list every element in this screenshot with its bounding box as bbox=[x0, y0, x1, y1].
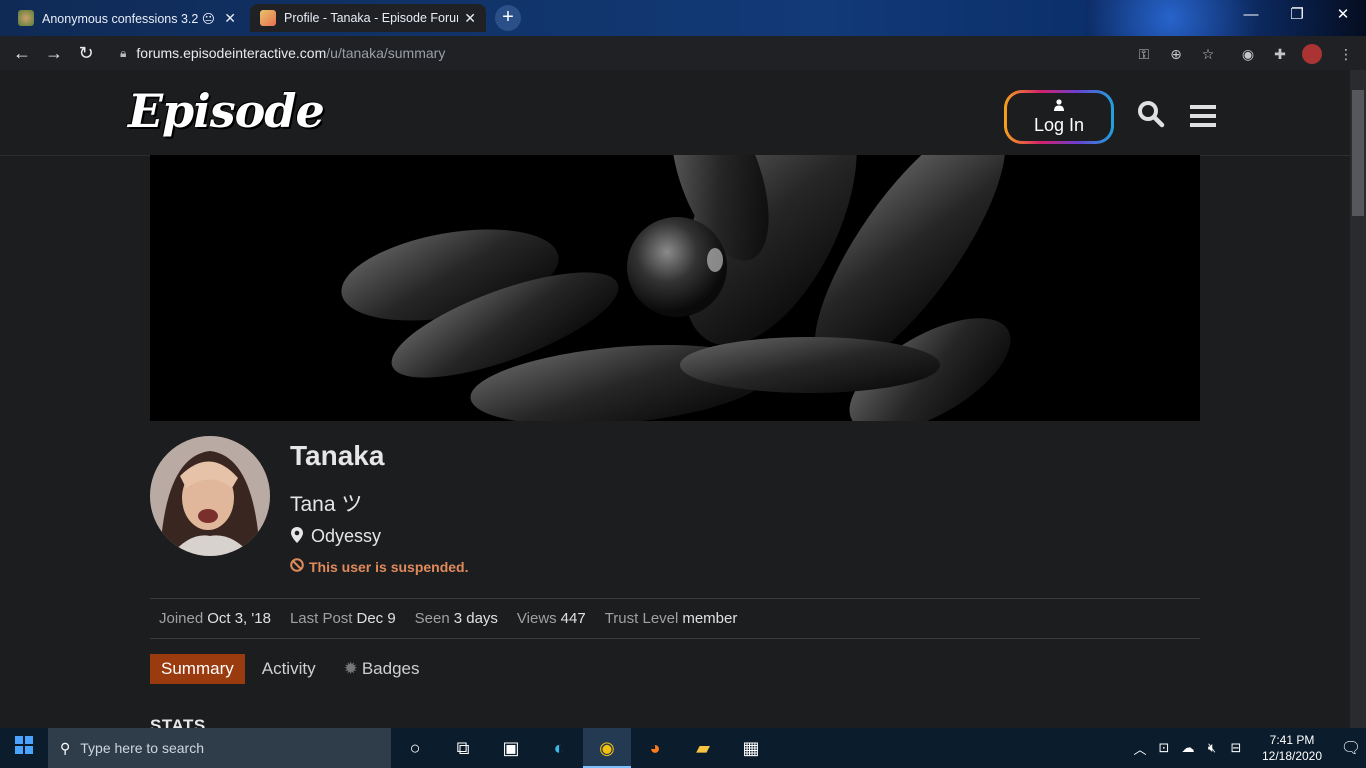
onedrive-cloud-icon[interactable]: ☁ bbox=[1176, 740, 1200, 756]
stat-seen: Seen 3 days bbox=[414, 610, 498, 627]
profile-full-name: Tana ツ bbox=[290, 493, 363, 516]
close-tab-icon[interactable]: ✕ bbox=[464, 10, 476, 27]
episode-logo[interactable]: Episode bbox=[128, 84, 325, 138]
search-icon[interactable] bbox=[1137, 100, 1165, 135]
show-hidden-icons-chevron-icon[interactable]: ︿ bbox=[1128, 739, 1152, 758]
close-window-button[interactable]: ✕ bbox=[1320, 0, 1366, 30]
taskbar-search-box[interactable]: ⚲ Type here to search bbox=[48, 728, 391, 768]
stat-joined: Joined Oct 3, '18 bbox=[159, 610, 271, 627]
clock-time: 7:41 PM bbox=[1269, 733, 1315, 747]
url-path: /u/tanaka/summary bbox=[326, 45, 446, 61]
profile-banner-image bbox=[150, 155, 1200, 421]
profile-location: Odyessy bbox=[291, 526, 381, 547]
tab-title: Anonymous confessions 3.2 😐 - bbox=[42, 11, 219, 26]
location-text: Odyessy bbox=[311, 526, 382, 546]
tab-title: Profile - Tanaka - Episode Forum bbox=[284, 11, 459, 25]
reload-icon[interactable]: ↻ bbox=[70, 43, 102, 64]
profile-tabs: Summary Activity ✹ Badges bbox=[150, 654, 437, 684]
badge-icon: ✹ bbox=[343, 659, 358, 678]
tab-summary[interactable]: Summary bbox=[150, 654, 245, 684]
news-app-icon[interactable]: ▣ bbox=[487, 728, 535, 768]
web-page: Episode Log In Tanaka Tana ツ Odyessy Thi… bbox=[0, 70, 1350, 728]
tab-favicon-icon bbox=[260, 10, 276, 26]
lock-icon: 🔒︎ bbox=[120, 45, 127, 60]
add-icon[interactable]: ⊕ bbox=[1166, 44, 1186, 64]
browser-tab-bar: Anonymous confessions 3.2 😐 - ✕ Profile … bbox=[0, 0, 1366, 36]
stat-last-post: Last Post Dec 9 bbox=[289, 610, 396, 627]
tab-activity[interactable]: Activity bbox=[251, 654, 327, 684]
profile-username: Tanaka bbox=[290, 440, 385, 471]
edge-browser-icon[interactable]: ◐ bbox=[535, 728, 583, 768]
calculator-icon[interactable]: ▦ bbox=[727, 728, 775, 768]
chrome-browser-icon[interactable]: ◉ bbox=[583, 728, 631, 768]
ban-icon bbox=[290, 558, 304, 575]
back-arrow-icon[interactable]: ← bbox=[6, 43, 38, 64]
close-tab-icon[interactable]: ✕ bbox=[224, 10, 236, 27]
login-button[interactable]: Log In bbox=[1004, 90, 1114, 144]
scrollbar-thumb[interactable] bbox=[1352, 90, 1364, 216]
system-tray: ︿ ⊡ ☁ 🔇︎ ⊟ 7:41 PM 12/18/2020 🗨︎ bbox=[1128, 728, 1366, 768]
suspended-text: This user is suspended. bbox=[309, 558, 469, 575]
hamburger-menu-icon[interactable] bbox=[1190, 103, 1216, 135]
restore-window-button[interactable]: ❐ bbox=[1274, 0, 1320, 30]
taskbar-clock[interactable]: 7:41 PM 12/18/2020 bbox=[1256, 732, 1328, 764]
suspended-notice: This user is suspended. bbox=[290, 558, 469, 575]
profile-meta-stats: Joined Oct 3, '18 Last Post Dec 9 Seen 3 da… bbox=[150, 598, 1200, 639]
browser-toolbar: ← → ↻ 🔒︎ forums.episodeinteractive.com/u… bbox=[0, 36, 1366, 70]
site-header: Episode Log In bbox=[0, 70, 1350, 156]
task-view-icon[interactable]: ⧉ bbox=[439, 728, 487, 768]
address-bar[interactable]: 🔒︎ forums.episodeinteractive.com/u/tanak… bbox=[110, 39, 1230, 67]
tab-badges-label: Badges bbox=[361, 659, 420, 678]
speaker-muted-icon[interactable]: 🔇︎ bbox=[1200, 740, 1224, 756]
new-tab-button[interactable]: + bbox=[495, 5, 521, 31]
tab-favicon-icon bbox=[18, 10, 34, 26]
search-icon: ⚲ bbox=[60, 739, 71, 756]
windows-taskbar: ⚲ Type here to search ○ ⧉ ▣ ◐ ◉ ◕ ▰ ▦ ︿ … bbox=[0, 728, 1366, 768]
meet-now-icon[interactable]: ⊡ bbox=[1152, 740, 1176, 756]
user-icon bbox=[1054, 98, 1064, 113]
key-icon[interactable]: ⚿ bbox=[1134, 44, 1154, 64]
firefox-browser-icon[interactable]: ◕ bbox=[631, 728, 679, 768]
extensions-puzzle-icon[interactable]: ✚ bbox=[1270, 44, 1290, 64]
url-host: forums.episodeinteractive.com bbox=[136, 45, 327, 61]
taskbar-search-placeholder: Type here to search bbox=[80, 740, 205, 756]
minimize-window-button[interactable]: — bbox=[1228, 0, 1274, 30]
browser-tab-anonymous-confessions[interactable]: Anonymous confessions 3.2 😐 - ✕ bbox=[8, 4, 246, 32]
bookmark-star-icon[interactable]: ☆ bbox=[1198, 44, 1218, 64]
browser-menu-icon[interactable]: ⋮ bbox=[1336, 44, 1356, 64]
login-label: Log In bbox=[1033, 114, 1085, 135]
windows-start-icon[interactable] bbox=[0, 728, 48, 768]
map-pin-icon bbox=[291, 526, 303, 547]
tab-badges[interactable]: ✹ Badges bbox=[333, 654, 431, 684]
network-icon[interactable]: ⊟ bbox=[1224, 740, 1248, 756]
browser-tab-profile[interactable]: Profile - Tanaka - Episode Forum ✕ bbox=[250, 4, 486, 32]
user-avatar[interactable] bbox=[150, 436, 270, 556]
extension-avatar-icon[interactable]: ◉ bbox=[1238, 44, 1258, 64]
page-scrollbar[interactable] bbox=[1350, 70, 1366, 728]
clock-date: 12/18/2020 bbox=[1261, 749, 1323, 763]
notification-center-icon[interactable]: 🗨︎ bbox=[1336, 738, 1366, 758]
stat-trust-level: Trust Level member bbox=[604, 610, 738, 627]
stat-views: Views 447 bbox=[516, 610, 586, 627]
forward-arrow-icon[interactable]: → bbox=[38, 43, 70, 64]
file-explorer-icon[interactable]: ▰ bbox=[679, 728, 727, 768]
cortana-icon[interactable]: ○ bbox=[391, 728, 439, 768]
stats-section-heading: STATS bbox=[150, 716, 206, 728]
profile-avatar-icon[interactable] bbox=[1302, 44, 1322, 64]
